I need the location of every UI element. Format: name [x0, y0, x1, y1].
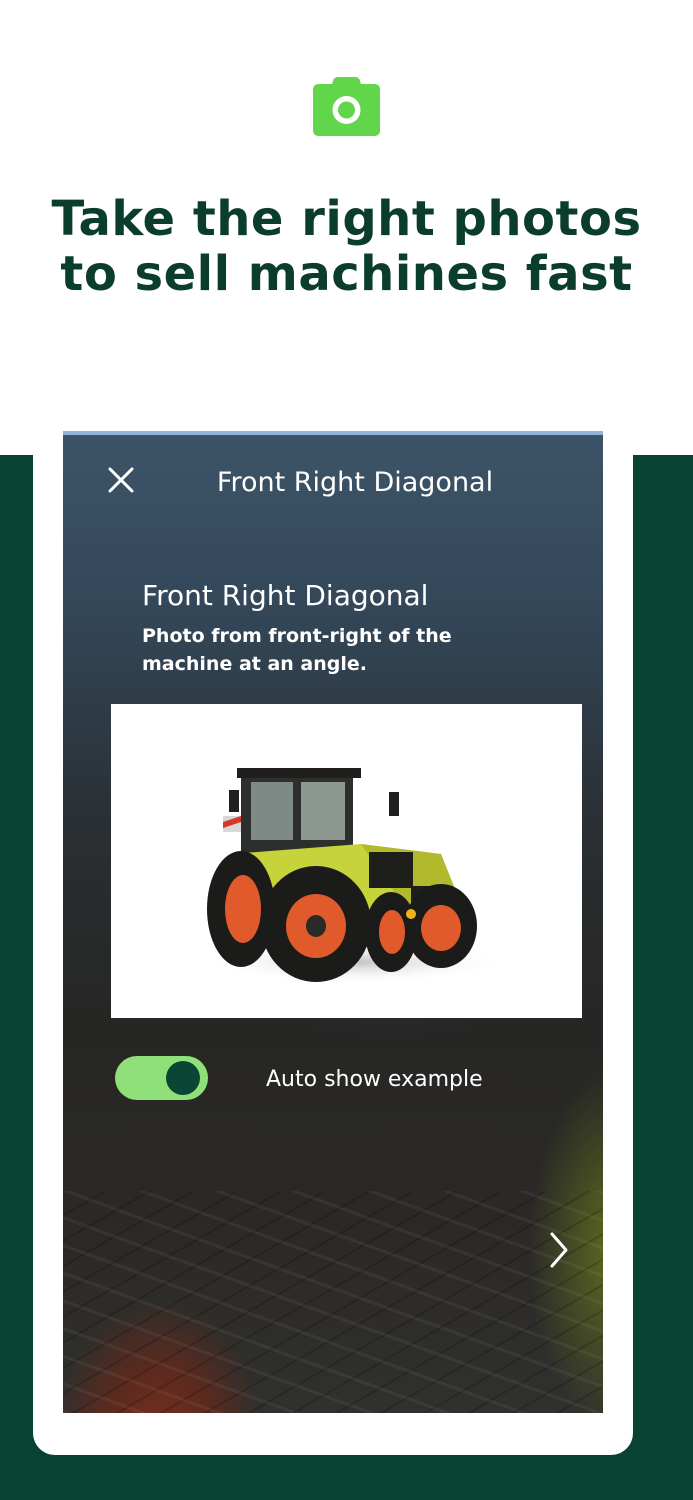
camera-icon [313, 77, 380, 136]
headline-line-1: Take the right photos [51, 191, 642, 247]
example-photo-card[interactable] [111, 704, 582, 1018]
auto-show-toggle[interactable] [115, 1056, 208, 1100]
shot-description: Photo from front-right of the machine at… [142, 625, 452, 675]
ground-texture [63, 1191, 603, 1413]
chevron-right-icon[interactable] [545, 1230, 571, 1270]
headline-line-2: to sell machines fast [60, 246, 633, 302]
screen-title: Front Right Diagonal [216, 467, 494, 498]
shot-title: Front Right Diagonal [142, 579, 429, 612]
tractor-example [206, 768, 506, 984]
close-icon[interactable] [107, 466, 135, 494]
auto-show-label: Auto show example [266, 1067, 483, 1092]
page-headline: Take the right photos to sell machines f… [0, 192, 693, 302]
toggle-knob [166, 1061, 200, 1095]
